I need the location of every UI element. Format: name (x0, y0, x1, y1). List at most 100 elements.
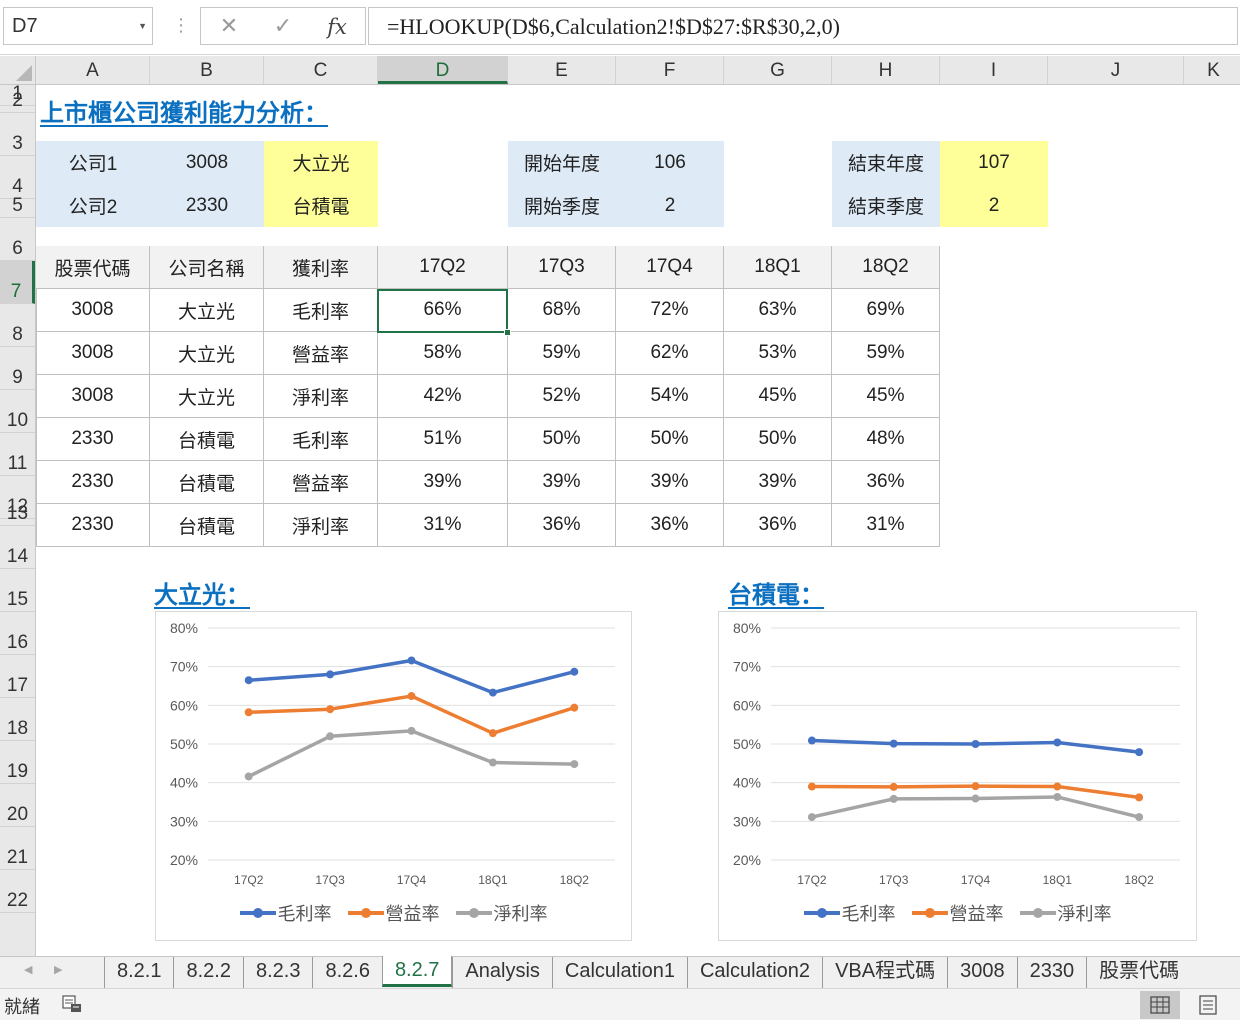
data-point[interactable] (326, 732, 335, 741)
table-cell[interactable]: 52% (508, 375, 616, 418)
table-cell[interactable]: 3008 (36, 289, 150, 332)
table-cell[interactable]: 39% (378, 461, 508, 504)
row-header-7[interactable]: 7 (0, 261, 35, 304)
chart2-title[interactable]: 台積電： (728, 575, 824, 610)
row-header-16[interactable]: 16 (0, 612, 35, 655)
data-point[interactable] (488, 688, 497, 697)
table-cell[interactable]: 69% (832, 289, 940, 332)
data-point[interactable] (244, 708, 253, 717)
sheet-tab[interactable]: Calculation2 (686, 957, 822, 988)
page-layout-view-icon[interactable] (1188, 991, 1228, 1019)
fill-handle[interactable] (504, 329, 511, 336)
sheet-tab[interactable]: 8.2.1 (104, 957, 173, 988)
row-header-18[interactable]: 18 (0, 698, 35, 741)
table-cell[interactable]: 68% (508, 289, 616, 332)
table-cell[interactable]: 62% (616, 332, 724, 375)
row-header-11[interactable]: 11 (0, 433, 35, 476)
row-header-3[interactable]: 3 (0, 113, 35, 156)
table-header-cell[interactable]: 公司名稱 (150, 246, 264, 289)
row-header-20[interactable]: 20 (0, 784, 35, 827)
data-point[interactable] (971, 782, 980, 791)
table-cell[interactable]: 66% (378, 289, 508, 332)
end-year-value[interactable]: 107 (940, 141, 1048, 184)
table-header-cell[interactable]: 18Q1 (724, 246, 832, 289)
table-cell[interactable]: 36% (832, 461, 940, 504)
company1-label[interactable]: 公司1 (36, 141, 150, 184)
macro-record-icon[interactable] (62, 995, 82, 1013)
tab-scroll-left-icon[interactable]: ◀ (24, 963, 32, 976)
data-point[interactable] (1135, 793, 1144, 802)
table-cell[interactable]: 3008 (36, 332, 150, 375)
table-cell[interactable]: 毛利率 (264, 289, 378, 332)
legend-item[interactable]: 毛利率 (803, 900, 896, 926)
select-all-button[interactable] (0, 56, 36, 85)
column-header-g[interactable]: G (724, 56, 832, 84)
table-cell[interactable]: 53% (724, 332, 832, 375)
table-header-cell[interactable]: 18Q2 (832, 246, 940, 289)
tab-scroll-right-icon[interactable]: ▶ (54, 963, 62, 976)
data-point[interactable] (1135, 813, 1144, 822)
column-header-i[interactable]: I (940, 56, 1048, 84)
data-point[interactable] (244, 772, 253, 781)
sheet-title[interactable]: 上市櫃公司獲利能力分析： (40, 93, 328, 128)
table-cell[interactable]: 31% (378, 504, 508, 547)
table-cell[interactable]: 毛利率 (264, 418, 378, 461)
cancel-icon[interactable]: ✕ (209, 12, 249, 42)
company2-code[interactable]: 2330 (150, 184, 264, 227)
start-year-label[interactable]: 開始年度 (508, 141, 616, 184)
table-cell[interactable]: 39% (616, 461, 724, 504)
data-point[interactable] (971, 740, 980, 748)
data-point[interactable] (1053, 792, 1062, 801)
data-point[interactable] (889, 794, 898, 803)
insert-function-icon[interactable]: fx (317, 12, 357, 42)
normal-view-icon[interactable] (1140, 991, 1180, 1019)
table-cell[interactable]: 54% (616, 375, 724, 418)
end-year-label[interactable]: 結束年度 (832, 141, 940, 184)
legend-item[interactable]: 營益率 (347, 900, 440, 926)
table-cell[interactable]: 50% (616, 418, 724, 461)
column-header-j[interactable]: J (1048, 56, 1184, 84)
company2-name[interactable]: 台積電 (264, 184, 378, 227)
formula-input[interactable]: =HLOOKUP(D$6,Calculation2!$D$27:$R$30,2,… (368, 7, 1238, 45)
end-quarter-label[interactable]: 結束季度 (832, 184, 940, 227)
sheet-tab[interactable]: 股票代碼 (1086, 957, 1191, 988)
table-cell[interactable]: 台積電 (150, 504, 264, 547)
row-header-14[interactable]: 14 (0, 526, 35, 569)
column-header-b[interactable]: B (150, 56, 264, 84)
row-header-8[interactable]: 8 (0, 304, 35, 347)
data-point[interactable] (570, 760, 579, 769)
table-cell[interactable]: 63% (724, 289, 832, 332)
legend-item[interactable]: 毛利率 (239, 900, 332, 926)
chart-largan[interactable]: 20% 30% 40% 50% 60% 70% 80% 17Q2 17Q3 17Q4 18Q1 18Q… (155, 611, 632, 941)
column-header-k[interactable]: K (1184, 56, 1240, 84)
row-header-21[interactable]: 21 (0, 827, 35, 870)
row-header-13[interactable]: 13 (0, 503, 35, 526)
data-point[interactable] (1053, 782, 1062, 791)
series-line[interactable] (248, 658, 575, 695)
data-point[interactable] (807, 813, 816, 822)
chart-tsmc[interactable]: 20% 30% 40% 50% 60% 70% 80% 17Q2 17Q3 17Q4 18Q1 18Q… (718, 611, 1197, 941)
end-quarter-value[interactable]: 2 (940, 184, 1048, 227)
table-cell[interactable]: 39% (724, 461, 832, 504)
row-header-6[interactable]: 6 (0, 218, 35, 261)
sheet-tab[interactable]: Analysis (452, 957, 551, 988)
data-point[interactable] (807, 782, 816, 791)
chevron-down-icon[interactable]: ▼ (138, 8, 147, 44)
table-cell[interactable]: 51% (378, 418, 508, 461)
column-header-a[interactable]: A (36, 56, 150, 84)
start-year-value[interactable]: 106 (616, 141, 724, 184)
column-header-d[interactable]: D (378, 56, 508, 84)
table-cell[interactable]: 淨利率 (264, 504, 378, 547)
legend-item[interactable]: 淨利率 (1019, 900, 1112, 926)
table-cell[interactable]: 72% (616, 289, 724, 332)
column-header-e[interactable]: E (508, 56, 616, 84)
data-point[interactable] (407, 726, 416, 735)
row-header-2[interactable]: 2 (0, 90, 35, 113)
company1-code[interactable]: 3008 (150, 141, 264, 184)
row-header-10[interactable]: 10 (0, 390, 35, 433)
table-cell[interactable]: 台積電 (150, 461, 264, 504)
sheet-tab[interactable]: VBA程式碼 (822, 957, 947, 988)
data-point[interactable] (1135, 748, 1144, 757)
table-cell[interactable]: 營益率 (264, 332, 378, 375)
sheet-tab[interactable]: 2330 (1016, 957, 1087, 988)
